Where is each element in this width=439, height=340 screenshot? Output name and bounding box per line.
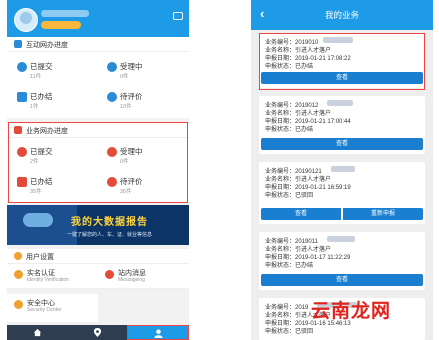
- username-blurred: [41, 10, 89, 17]
- tab-location[interactable]: [67, 325, 127, 340]
- document-icon: [14, 40, 22, 48]
- banner-subtitle: 一键了解您的人、车、证、就业等信息: [67, 232, 153, 238]
- reapply-button[interactable]: 重新申报: [343, 208, 423, 220]
- cloud-icon: [23, 213, 53, 227]
- apply-status: 申报状态：已驳回: [265, 193, 314, 199]
- section-title-user-settings: 用户设置: [7, 249, 189, 264]
- apply-status: 申报状态：已办结: [265, 127, 314, 133]
- highlight-box: [259, 33, 425, 90]
- banner-title: 我的大数据报告: [71, 217, 148, 228]
- star-icon: [107, 92, 117, 102]
- message-icon[interactable]: [173, 12, 183, 20]
- progress-label: 已提交: [30, 62, 53, 71]
- progress-to-review[interactable]: 待评价 10件: [103, 90, 183, 112]
- identity-verification-item[interactable]: 实名认证 Identity Verification: [7, 264, 98, 289]
- section-title-interactive: 互动网办进度: [7, 37, 189, 52]
- view-button[interactable]: 查看: [261, 208, 341, 220]
- progress-count: 1件: [30, 104, 39, 110]
- apply-status: 申报状态：已办结: [265, 263, 314, 269]
- progress-label: 已办结: [30, 92, 53, 101]
- view-button[interactable]: 查看: [261, 274, 423, 286]
- business-card: 业务编号：2019012 业务名称：引进人才落户 申报日期：2019-01-21…: [259, 96, 425, 154]
- progress-label: 受理中: [120, 62, 143, 71]
- tab-profile[interactable]: [127, 325, 189, 340]
- security-center-item[interactable]: 安全中心 Security Center: [7, 294, 98, 323]
- clock-icon: [107, 62, 117, 72]
- item-subtitle: Identity Verification: [27, 277, 69, 283]
- business-card: 业务编号：20190121 业务名称：引进人才落户 申报日期：2019-01-2…: [259, 162, 425, 224]
- redacted-text: [327, 100, 353, 106]
- messages-item[interactable]: 站内消息 Messageing: [98, 264, 189, 289]
- my-business-screen: ‹ 我的业务 业务编号：2019010 业务名称：引进人才落户 申报日期：201…: [251, 0, 433, 340]
- id-card-icon: [14, 270, 23, 279]
- bottom-tab-bar: [7, 325, 189, 340]
- watermark-logo: 云南龙网: [311, 300, 392, 322]
- avatar[interactable]: [14, 8, 38, 32]
- profile-header: [7, 0, 189, 37]
- shield-icon: [14, 300, 23, 309]
- gear-icon: [14, 252, 22, 260]
- business-card: 业务编号：2019011 业务名称：引进人才落户 申报日期：2019-01-17…: [259, 232, 425, 290]
- big-data-report-banner[interactable]: 我的大数据报告 一键了解您的人、车、证、就业等信息: [7, 205, 189, 245]
- user-icon: [154, 329, 163, 338]
- tab-home[interactable]: [7, 325, 67, 340]
- nav-header: ‹ 我的业务: [251, 0, 433, 30]
- progress-submitted[interactable]: 已提交 11件: [13, 60, 93, 82]
- message-icon: [105, 270, 114, 279]
- progress-count: 10件: [120, 104, 132, 110]
- folder-icon: [17, 92, 27, 102]
- progress-processing[interactable]: 受理中 0件: [103, 60, 183, 82]
- member-badge: [41, 21, 81, 29]
- view-button[interactable]: 查看: [261, 138, 423, 150]
- section-title-text: 用户设置: [26, 254, 54, 261]
- progress-count: 11件: [30, 74, 42, 80]
- progress-label: 待评价: [120, 92, 143, 101]
- highlight-box: [8, 122, 188, 203]
- redacted-text: [331, 166, 355, 172]
- interactive-progress-grid: 已提交 11件 受理中 0件 已办结 1件 待评价 10件: [7, 52, 189, 118]
- section-title-text: 互动网办进度: [26, 42, 68, 49]
- check-icon: [17, 62, 27, 72]
- personal-center-screen: 互动网办进度 已提交 11件 受理中 0件 已办结 1件 待评价 10件 业务网…: [7, 0, 189, 340]
- progress-count: 0件: [120, 74, 129, 80]
- item-subtitle: Messageing: [118, 277, 145, 283]
- location-icon: [93, 328, 102, 337]
- redacted-text: [327, 236, 355, 242]
- progress-completed[interactable]: 已办结 1件: [13, 90, 93, 112]
- item-subtitle: Security Center: [27, 307, 62, 313]
- page-title: 我的业务: [324, 10, 359, 20]
- apply-status: 申报状态：已驳回: [265, 329, 314, 335]
- home-icon: [33, 328, 42, 337]
